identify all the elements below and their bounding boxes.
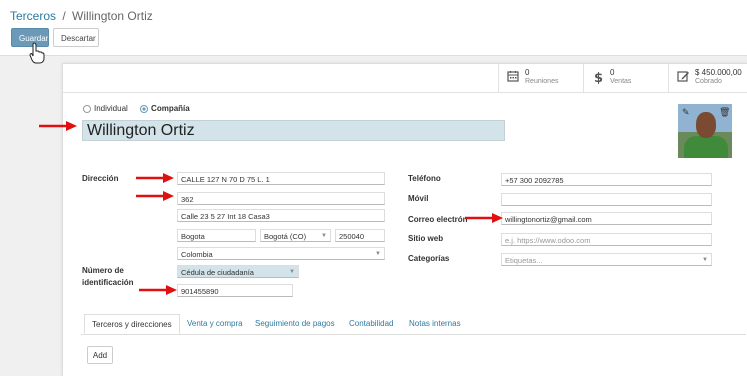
chevron-down-icon: ▼: [321, 233, 327, 239]
country-value: Colombia: [181, 250, 213, 259]
tab-notas-internas[interactable]: Notas internas: [409, 314, 461, 334]
edit-invoice-icon: [677, 71, 689, 82]
chevron-down-icon: ▼: [702, 257, 708, 263]
tab-venta-compra[interactable]: Venta y compra: [187, 314, 243, 334]
annotation-arrow-icon: [139, 285, 177, 295]
trash-icon[interactable]: 🗑: [719, 107, 730, 118]
meetings-count: 0: [525, 68, 530, 77]
phone-input[interactable]: +57 300 2092785: [501, 173, 712, 186]
street2-input[interactable]: 362: [177, 192, 385, 205]
identification-label-line2: identificación: [82, 278, 134, 287]
sales-count: 0: [610, 68, 615, 77]
smart-buttons-bar: 0 Reuniones $ 0 Ventas $ 450.000,00 Cobr…: [63, 64, 747, 93]
state-select[interactable]: Bogotá (CO) ▼: [260, 229, 331, 242]
mobile-input[interactable]: [501, 193, 712, 206]
partner-avatar[interactable]: ✎ 🗑: [678, 104, 732, 158]
individual-radio-label: Individual: [94, 104, 128, 114]
zip-input[interactable]: 250040: [335, 229, 385, 242]
annotation-arrow-icon: [136, 191, 174, 201]
dollar-icon: $: [594, 71, 603, 84]
sales-label: Ventas: [610, 78, 632, 85]
email-label: Correo electrón: [408, 215, 468, 224]
company-type-radio-group: Individual Compañía: [83, 104, 200, 113]
street3-input[interactable]: Calle 23 5 27 Int 18 Casa3: [177, 209, 385, 222]
partner-name-input[interactable]: Willington Ortiz: [82, 120, 505, 141]
identification-label-line1: Número de: [82, 266, 124, 275]
phone-label: Teléfono: [408, 174, 441, 183]
annotation-arrow-icon: [465, 213, 503, 223]
breadcrumb-parent-link[interactable]: Terceros: [10, 9, 56, 23]
annotation-arrow-icon: [39, 121, 77, 131]
identification-type-select[interactable]: Cédula de ciudadanía ▼: [177, 265, 299, 278]
tab-terceros-direcciones[interactable]: Terceros y direcciones: [84, 314, 180, 334]
chevron-down-icon: ▼: [375, 251, 381, 257]
categories-input[interactable]: Etiquetas... ▼: [501, 253, 712, 266]
country-select[interactable]: Colombia ▼: [177, 247, 385, 260]
identification-type-value: Cédula de ciudadanía: [181, 268, 254, 277]
individual-radio[interactable]: [83, 104, 91, 113]
state-value: Bogotá (CO): [264, 232, 307, 241]
meetings-stat-button[interactable]: 0 Reuniones: [498, 64, 584, 92]
tab-contabilidad[interactable]: Contabilidad: [349, 314, 393, 334]
street-input[interactable]: CALLE 127 N 70 D 75 L. 1: [177, 172, 385, 185]
pencil-icon[interactable]: ✎: [682, 107, 690, 118]
email-input[interactable]: willingtonortiz@gmail.com: [501, 212, 712, 225]
control-panel: Terceros / Willington Ortiz Guardar Desc…: [0, 0, 747, 56]
invoiced-label: Cobrado: [695, 78, 722, 85]
categories-placeholder: Etiquetas...: [505, 256, 543, 265]
breadcrumb-current: Willington Ortiz: [72, 9, 153, 23]
invoiced-stat-button[interactable]: $ 450.000,00 Cobrado: [668, 64, 747, 92]
discard-button[interactable]: Descartar: [53, 28, 99, 47]
avatar-face: [696, 112, 716, 138]
invoiced-amount: $ 450.000,00: [695, 68, 742, 77]
categories-label: Categorías: [408, 254, 450, 263]
identification-number-input[interactable]: 901455890: [177, 284, 293, 297]
mobile-label: Móvil: [408, 194, 429, 203]
calendar-icon: [507, 71, 519, 82]
tab-seguimiento-pagos[interactable]: Seguimiento de pagos: [255, 314, 335, 334]
meetings-label: Reuniones: [525, 78, 559, 85]
company-radio-label: Compañía: [151, 104, 190, 114]
website-label: Sitio web: [408, 234, 444, 243]
address-label: Dirección: [82, 174, 119, 183]
sales-stat-button[interactable]: $ 0 Ventas: [583, 64, 669, 92]
chevron-down-icon: ▼: [289, 269, 295, 275]
svg-text:$: $: [594, 71, 603, 84]
hand-cursor-icon: [29, 42, 45, 64]
form-sheet: 0 Reuniones $ 0 Ventas $ 450.000,00 Cobr…: [62, 63, 747, 376]
avatar-shirt: [684, 136, 728, 158]
breadcrumb-separator: /: [62, 9, 66, 23]
notebook-tabs: Terceros y direcciones Venta y compra Se…: [81, 314, 746, 335]
breadcrumb: Terceros / Willington Ortiz: [10, 9, 153, 23]
annotation-arrow-icon: [136, 173, 174, 183]
company-radio[interactable]: [140, 104, 149, 113]
add-button[interactable]: Add: [87, 346, 113, 364]
city-input[interactable]: Bogota: [177, 229, 256, 242]
website-input[interactable]: e.j. https://www.odoo.com: [501, 233, 712, 246]
